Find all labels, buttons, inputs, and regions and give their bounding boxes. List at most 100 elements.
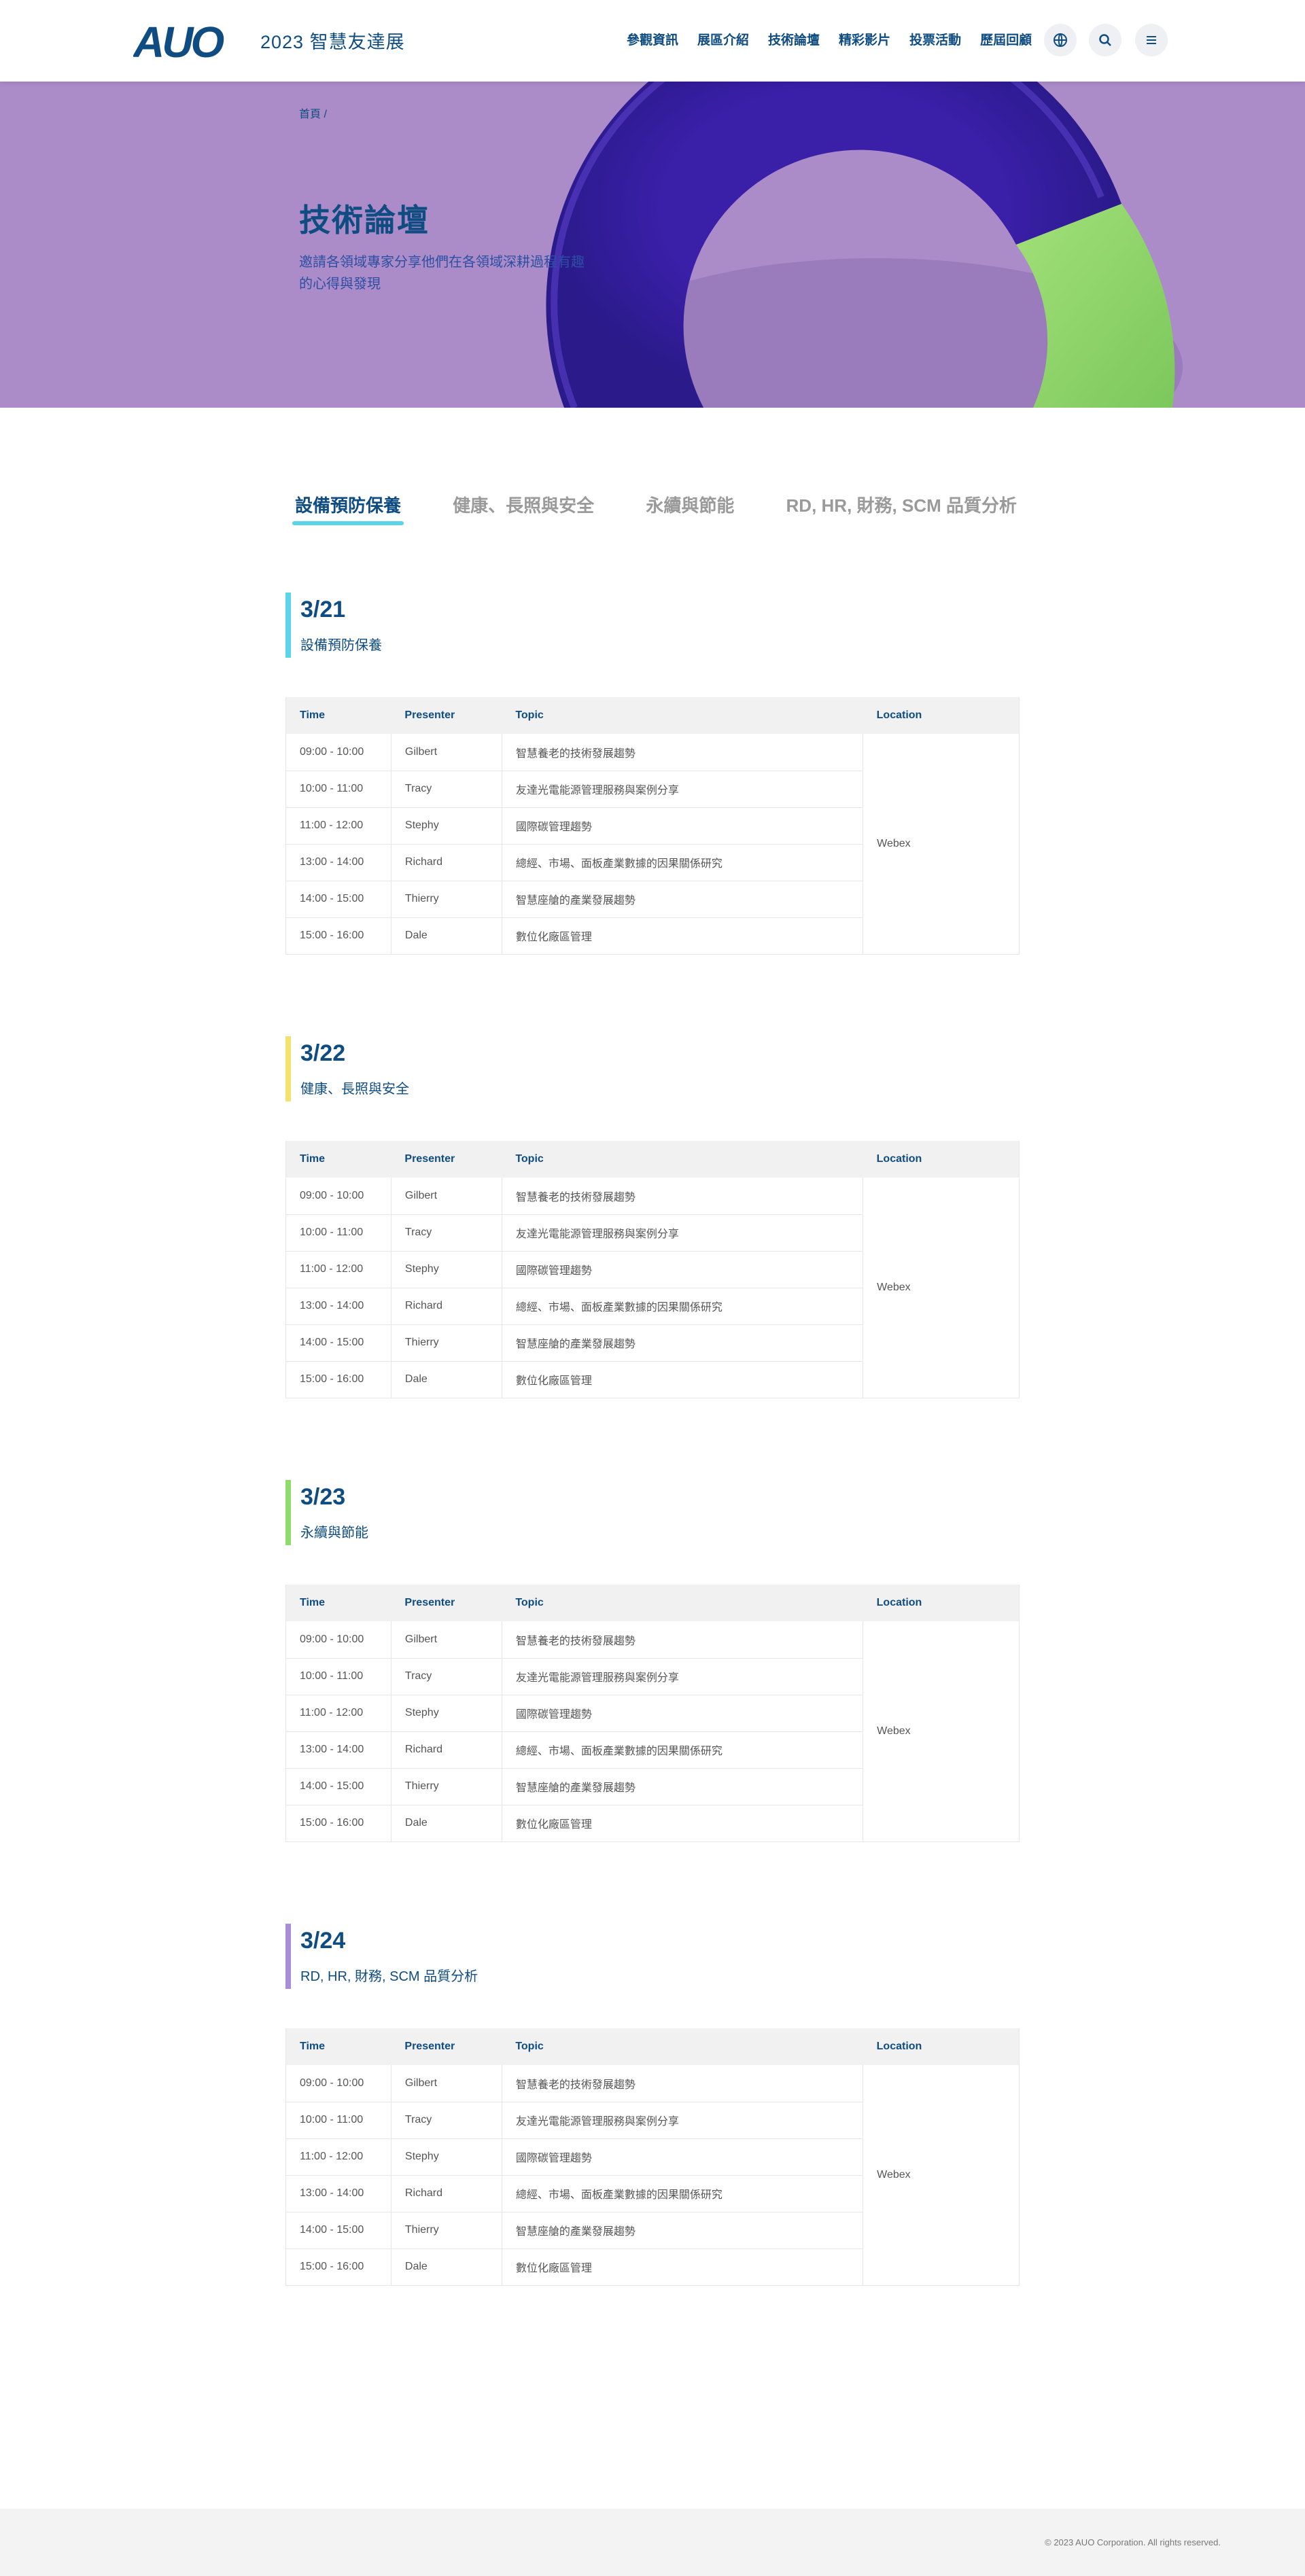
schedule-section: 3/23 永續與節能 Time Presenter Topic Location 09:00… (285, 1480, 1020, 1842)
nav-tech-forum[interactable]: 技術論壇 (768, 30, 820, 48)
cell-topic: 智慧座艙的產業發展趨勢 (501, 2212, 863, 2249)
column-header-time: Time (285, 697, 392, 734)
cell-time: 15:00 - 16:00 (285, 2248, 392, 2286)
tab-rd-hr-finance[interactable]: RD, HR, 財務, SCM 品質分析 (784, 488, 1020, 525)
search-icon (1099, 34, 1111, 46)
table-row: 09:00 - 10:00 Gilbert 智慧養老的技術發展趨勢 Webex (285, 734, 1020, 955)
cell-presenter: Tracy (390, 1658, 502, 1695)
cell-time: 14:00 - 15:00 (285, 1768, 392, 1805)
cell-presenter: Gilbert (390, 1178, 502, 1215)
column-header-presenter: Presenter (391, 1585, 502, 1621)
cell-presenter: Thierry (390, 881, 502, 918)
menu-button[interactable] (1135, 24, 1168, 56)
cell-presenter: Richard (390, 844, 502, 881)
schedule-section: 3/21 設備預防保養 Time Presenter Topic Location 09:0… (285, 593, 1020, 955)
section-date: 3/21 (300, 597, 346, 622)
main-nav: 參觀資訊 展區介紹 技術論壇 精彩影片 投票活動 歷屆回顧 (627, 30, 1032, 48)
cell-time: 14:00 - 15:00 (285, 1324, 392, 1362)
cell-time: 11:00 - 12:00 (285, 1695, 392, 1732)
nav-voting[interactable]: 投票活動 (909, 30, 961, 48)
cell-time: 15:00 - 16:00 (285, 917, 392, 955)
language-button[interactable] (1044, 24, 1077, 56)
column-header-location: Location (863, 1141, 1020, 1178)
schedule-table: Time Presenter Topic Location 09:00 - 10:00 G… (285, 2028, 1020, 2286)
schedule-table: Time Presenter Topic Location 09:00 - 10:00 G… (285, 1141, 1020, 1398)
column-header-topic: Topic (502, 2028, 863, 2065)
column-header-topic: Topic (502, 697, 863, 734)
cell-topic: 友達光電能源管理服務與案例分享 (501, 2102, 863, 2139)
cell-location: Webex (863, 734, 1020, 955)
column-header-location: Location (863, 697, 1020, 734)
site-header: AUO 2023 智慧友達展 參觀資訊 展區介紹 技術論壇 精彩影片 投票活動 … (0, 0, 1305, 82)
schedule-table: Time Presenter Topic Location 09:00 - 10:00 G… (285, 697, 1020, 955)
cell-presenter: Stephy (390, 1251, 502, 1288)
section-date: 3/22 (300, 1040, 346, 1066)
hero-ring-graphic (546, 82, 1183, 408)
cell-time: 09:00 - 10:00 (285, 1621, 392, 1659)
cell-presenter: Tracy (390, 2102, 502, 2139)
cell-presenter: Thierry (390, 1324, 502, 1362)
cell-presenter: Thierry (390, 2212, 502, 2249)
tab-health-safety[interactable]: 健康、長照與安全 (450, 488, 597, 525)
cell-topic: 智慧座艙的產業發展趨勢 (501, 1324, 863, 1362)
copyright-text: © 2023 AUO Corporation. All rights reser… (1045, 2537, 1221, 2547)
cell-presenter: Tracy (390, 771, 502, 808)
section-accent-bar (285, 1924, 291, 1989)
search-button[interactable] (1089, 24, 1121, 56)
section-header: 3/22 健康、長照與安全 (285, 1036, 1020, 1101)
cell-presenter: Stephy (390, 1695, 502, 1732)
auo-logo[interactable]: AUO (133, 20, 243, 60)
table-row: 09:00 - 10:00 Gilbert 智慧養老的技術發展趨勢 Webex (285, 1178, 1020, 1398)
section-subtitle: 永續與節能 (300, 1525, 368, 1540)
cell-topic: 友達光電能源管理服務與案例分享 (501, 1658, 863, 1695)
cell-presenter: Dale (390, 1361, 502, 1398)
cell-time: 14:00 - 15:00 (285, 2212, 392, 2249)
cell-presenter: Stephy (390, 2138, 502, 2176)
cell-location: Webex (863, 1178, 1020, 1398)
breadcrumb[interactable]: 首頁 / (299, 105, 327, 121)
cell-time: 11:00 - 12:00 (285, 807, 392, 845)
cell-presenter: Dale (390, 1805, 502, 1842)
cell-topic: 國際碳管理趨勢 (501, 1251, 863, 1288)
cell-presenter: Thierry (390, 1768, 502, 1805)
cell-location: Webex (863, 1621, 1020, 1842)
tab-sustainability[interactable]: 永續與節能 (643, 488, 737, 525)
nav-videos[interactable]: 精彩影片 (839, 30, 890, 48)
cell-topic: 數位化廠區管理 (501, 1361, 863, 1398)
cell-time: 10:00 - 11:00 (285, 1658, 392, 1695)
site-footer: © 2023 AUO Corporation. All rights reser… (0, 2509, 1305, 2576)
cell-time: 10:00 - 11:00 (285, 1214, 392, 1252)
section-accent-bar (285, 593, 291, 658)
forum-tabs: 設備預防保養 健康、長照與安全 永續與節能 RD, HR, 財務, SCM 品質… (292, 488, 1020, 525)
cell-presenter: Dale (390, 917, 502, 955)
cell-time: 09:00 - 10:00 (285, 2065, 392, 2102)
cell-topic: 國際碳管理趨勢 (501, 1695, 863, 1732)
schedule-section: 3/22 健康、長照與安全 Time Presenter Topic Location 09… (285, 1036, 1020, 1398)
tab-equipment-maintenance[interactable]: 設備預防保養 (292, 488, 404, 525)
cell-topic: 智慧座艙的產業發展趨勢 (501, 881, 863, 918)
globe-icon (1054, 33, 1067, 47)
column-header-time: Time (285, 1141, 392, 1178)
nav-visit-info[interactable]: 參觀資訊 (627, 30, 678, 48)
cell-time: 13:00 - 14:00 (285, 844, 392, 881)
cell-time: 09:00 - 10:00 (285, 1178, 392, 1215)
column-header-topic: Topic (502, 1141, 863, 1178)
nav-exhibit-intro[interactable]: 展區介紹 (697, 30, 749, 48)
cell-topic: 總經、市場、面板產業數據的因果關係研究 (501, 1731, 863, 1769)
section-header: 3/24 RD, HR, 財務, SCM 品質分析 (285, 1924, 1020, 1989)
page-description: 邀請各領域專家分享他們在各領域深耕過程有趣的心得與發現 (299, 255, 585, 292)
cell-topic: 數位化廠區管理 (501, 917, 863, 955)
cell-presenter: Richard (390, 1288, 502, 1325)
cell-topic: 友達光電能源管理服務與案例分享 (501, 1214, 863, 1252)
page-title: 技術論壇 (299, 202, 430, 238)
cell-presenter: Gilbert (390, 2065, 502, 2102)
column-header-presenter: Presenter (391, 2028, 502, 2065)
cell-presenter: Stephy (390, 807, 502, 845)
cell-presenter: Tracy (390, 1214, 502, 1252)
cell-time: 13:00 - 14:00 (285, 1288, 392, 1325)
section-date: 3/24 (300, 1928, 346, 1954)
nav-past-events[interactable]: 歷屆回顧 (980, 30, 1032, 48)
column-header-presenter: Presenter (391, 1141, 502, 1178)
cell-topic: 智慧養老的技術發展趨勢 (501, 1621, 863, 1659)
column-header-topic: Topic (502, 1585, 863, 1621)
